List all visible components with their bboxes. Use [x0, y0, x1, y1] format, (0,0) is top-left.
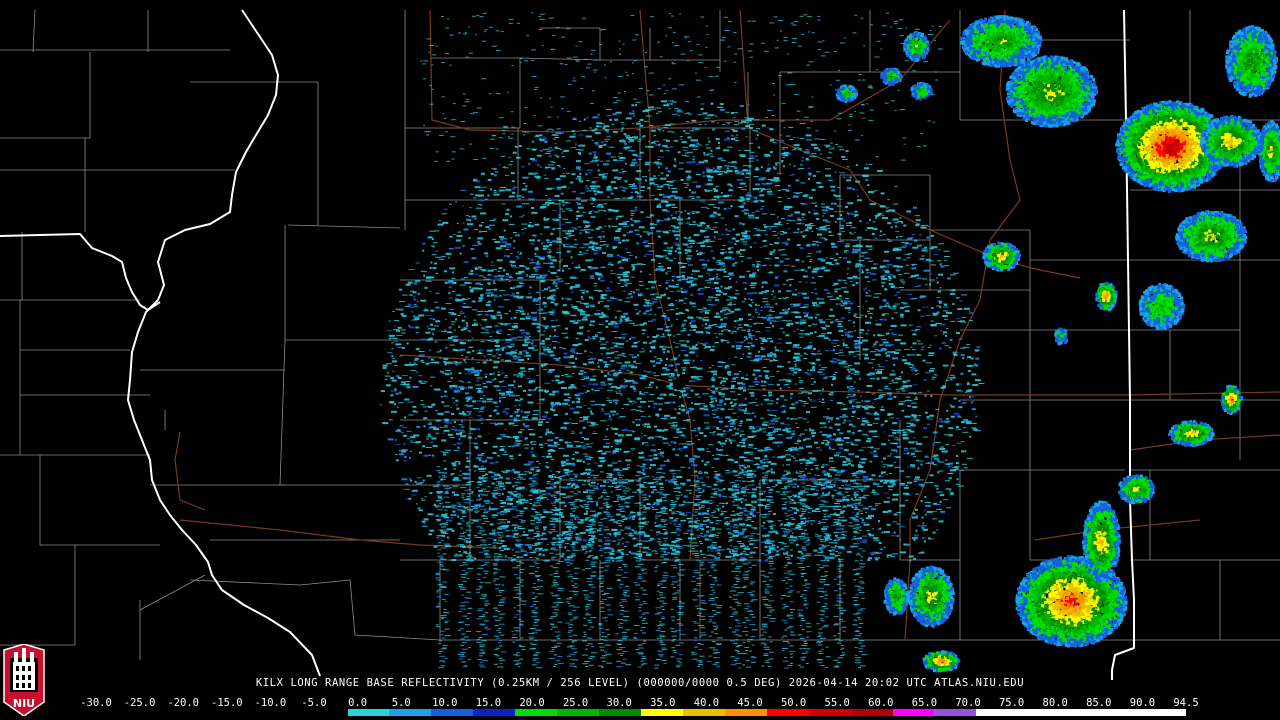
scale-label: 15.0: [476, 697, 501, 709]
niu-logo: NIU: [2, 644, 46, 716]
colorbar-segment: [306, 709, 348, 716]
reflectivity-scale-labels: -30.0 -25.0 -20.0 -15.0 -10.0 -5.0 0.0 5.0 10.0 1…: [96, 697, 1186, 709]
scale-label: 35.0: [650, 697, 675, 709]
scale-label: 5.0: [392, 697, 411, 709]
scale-label: -20.0: [167, 697, 199, 709]
colorbar-segment: [96, 709, 138, 716]
radar-echoes: [380, 12, 1280, 672]
niu-logo-text: NIU: [13, 697, 35, 710]
scale-label: 20.0: [519, 697, 544, 709]
scale-label: 0.0: [348, 697, 367, 709]
colorbar-segment: [473, 709, 515, 716]
colorbar-segment: [1144, 709, 1186, 716]
scale-label: 90.0: [1130, 697, 1155, 709]
colorbar-segment: [1018, 709, 1060, 716]
product-caption: KILX LONG RANGE BASE REFLECTIVITY (0.25K…: [0, 677, 1280, 689]
scale-label: -15.0: [211, 697, 243, 709]
colorbar-segment: [809, 709, 851, 716]
scale-label: -5.0: [301, 697, 326, 709]
reflectivity-colorbar: [96, 709, 1186, 716]
colorbar-segment: [683, 709, 725, 716]
scale-label: 30.0: [607, 697, 632, 709]
colorbar-segment: [264, 709, 306, 716]
colorbar-segment: [431, 709, 473, 716]
scale-label: 65.0: [912, 697, 937, 709]
scale-label: 85.0: [1086, 697, 1111, 709]
colorbar-segment: [389, 709, 431, 716]
scale-label: 40.0: [694, 697, 719, 709]
colorbar-segment: [934, 709, 976, 716]
colorbar-segment: [1060, 709, 1102, 716]
scale-label: -25.0: [124, 697, 156, 709]
colorbar-segment: [1102, 709, 1144, 716]
state-borders: [0, 10, 1134, 680]
scale-label: 70.0: [955, 697, 980, 709]
colorbar-segment: [557, 709, 599, 716]
scale-label: 60.0: [868, 697, 893, 709]
colorbar-segment: [138, 709, 180, 716]
colorbar-segment: [851, 709, 893, 716]
scale-label: 55.0: [825, 697, 850, 709]
scale-label: 80.0: [1043, 697, 1068, 709]
radar-site-marker: [673, 378, 685, 390]
scale-label: -10.0: [255, 697, 287, 709]
scale-label: -30.0: [80, 697, 112, 709]
colorbar-segment: [893, 709, 935, 716]
radar-map: [0, 0, 1280, 720]
colorbar-segment: [599, 709, 641, 716]
scale-label: 45.0: [737, 697, 762, 709]
scale-label: 10.0: [432, 697, 457, 709]
scale-label: 75.0: [999, 697, 1024, 709]
colorbar-segment: [180, 709, 222, 716]
colorbar-segment: [348, 709, 390, 716]
scale-label: 25.0: [563, 697, 588, 709]
colorbar-segment: [767, 709, 809, 716]
scale-label: 94.5: [1173, 697, 1198, 709]
colorbar-segment: [641, 709, 683, 716]
scale-label: 50.0: [781, 697, 806, 709]
colorbar-segment: [515, 709, 557, 716]
colorbar-segment: [725, 709, 767, 716]
colorbar-segment: [222, 709, 264, 716]
colorbar-segment: [976, 709, 1018, 716]
